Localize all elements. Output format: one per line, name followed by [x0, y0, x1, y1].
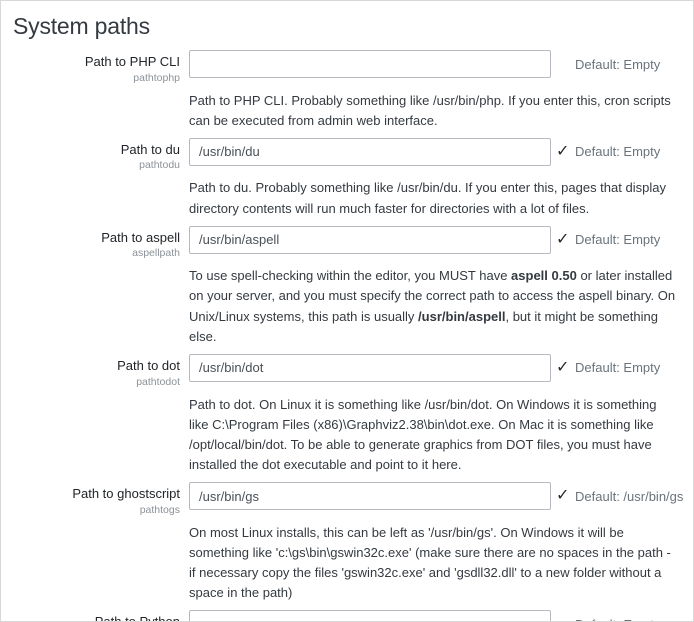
- settings-form: Path to PHP CLI pathtophp ✓ Default: Emp…: [13, 50, 681, 622]
- default-value-label: Default: Empty: [575, 617, 660, 622]
- setting-input[interactable]: [189, 354, 551, 382]
- setting-description: To use spell-checking within the editor,…: [189, 266, 678, 347]
- setting-field-column: ✓ Default: Empty: [189, 226, 660, 254]
- setting-field-column: ✓ Default: /usr/bin/gs: [189, 482, 681, 510]
- setting-shortname: pathtodu: [13, 159, 180, 171]
- setting-row-main: Path to aspell aspellpath ✓ Default: Emp…: [13, 226, 681, 260]
- setting-shortname: aspellpath: [13, 247, 180, 259]
- setting-label: Path to dot: [13, 358, 180, 374]
- check-icon: ✓: [556, 232, 571, 248]
- setting-field-column: ✓ Default: Empty: [189, 138, 660, 166]
- default-value-label: Default: Empty: [575, 57, 660, 72]
- setting-row: Path to PHP CLI pathtophp ✓ Default: Emp…: [13, 50, 681, 131]
- setting-row: Path to dot pathtodot ✓ Default: Empty P…: [13, 354, 681, 475]
- setting-row: Path to ghostscript pathtogs ✓ Default: …: [13, 482, 681, 603]
- setting-input[interactable]: [189, 226, 551, 254]
- setting-field-column: ✓ Default: Empty: [189, 50, 660, 78]
- setting-description: Path to dot. On Linux it is something li…: [189, 395, 678, 476]
- setting-label-column: Path to Python pathtopython: [13, 610, 180, 622]
- setting-row-main: Path to dot pathtodot ✓ Default: Empty: [13, 354, 681, 388]
- setting-label-column: Path to PHP CLI pathtophp: [13, 50, 180, 84]
- setting-row-main: Path to du pathtodu ✓ Default: Empty: [13, 138, 681, 172]
- settings-rows: Path to PHP CLI pathtophp ✓ Default: Emp…: [13, 50, 681, 622]
- check-icon: ✓: [556, 360, 571, 376]
- setting-field-column: ✓ Default: Empty: [189, 610, 660, 622]
- setting-label: Path to du: [13, 142, 180, 158]
- default-value-label: Default: Empty: [575, 144, 660, 159]
- setting-input[interactable]: [189, 610, 551, 622]
- setting-label-column: Path to ghostscript pathtogs: [13, 482, 180, 516]
- setting-label-column: Path to aspell aspellpath: [13, 226, 180, 260]
- setting-row-main: Path to PHP CLI pathtophp ✓ Default: Emp…: [13, 50, 681, 84]
- setting-description: On most Linux installs, this can be left…: [189, 523, 678, 604]
- setting-row: Path to Python pathtopython ✓ Default: E…: [13, 610, 681, 622]
- page-title: System paths: [13, 13, 681, 40]
- setting-description: Path to PHP CLI. Probably something like…: [189, 91, 678, 131]
- setting-row: Path to aspell aspellpath ✓ Default: Emp…: [13, 226, 681, 347]
- setting-row: Path to du pathtodu ✓ Default: Empty Pat…: [13, 138, 681, 219]
- system-paths-page: System paths Path to PHP CLI pathtophp ✓…: [0, 0, 694, 622]
- setting-label-column: Path to dot pathtodot: [13, 354, 180, 388]
- setting-input[interactable]: [189, 50, 551, 78]
- setting-shortname: pathtogs: [13, 504, 180, 516]
- setting-input[interactable]: [189, 138, 551, 166]
- check-icon: ✓: [556, 488, 571, 504]
- setting-row-main: Path to ghostscript pathtogs ✓ Default: …: [13, 482, 681, 516]
- default-value-label: Default: /usr/bin/gs: [575, 489, 683, 504]
- setting-label-column: Path to du pathtodu: [13, 138, 180, 172]
- setting-field-column: ✓ Default: Empty: [189, 354, 660, 382]
- setting-shortname: pathtophp: [13, 72, 180, 84]
- setting-input[interactable]: [189, 482, 551, 510]
- check-icon: ✓: [556, 144, 571, 160]
- setting-label: Path to ghostscript: [13, 486, 180, 502]
- default-value-label: Default: Empty: [575, 360, 660, 375]
- setting-description: Path to du. Probably something like /usr…: [189, 178, 678, 218]
- setting-shortname: pathtodot: [13, 376, 180, 388]
- setting-label: Path to Python: [13, 614, 180, 622]
- default-value-label: Default: Empty: [575, 232, 660, 247]
- setting-label: Path to PHP CLI: [13, 54, 180, 70]
- setting-row-main: Path to Python pathtopython ✓ Default: E…: [13, 610, 681, 622]
- setting-label: Path to aspell: [13, 230, 180, 246]
